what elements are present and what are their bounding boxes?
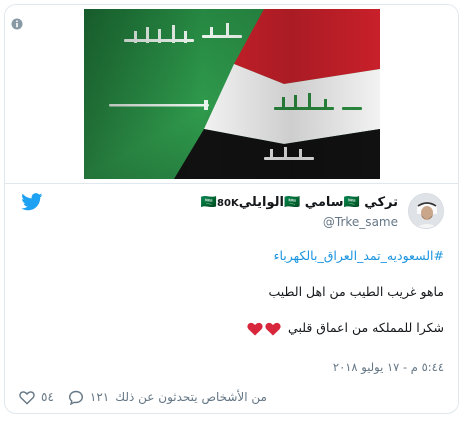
tweet-media[interactable] [5, 5, 458, 179]
tweet-line-2-wrap: شكرا للمملكه من اعماق قلبي [24, 319, 444, 337]
display-name[interactable]: تركي 🇸🇦سامي 🇸🇦الوايلي🇸🇦80K [201, 195, 398, 210]
replies-text[interactable]: من الأشخاص يتحدثون عن ذلك [115, 390, 267, 404]
hearts-emoji [247, 322, 281, 336]
twitter-bird-icon[interactable] [21, 193, 43, 211]
divider [5, 183, 458, 184]
like-heart-icon[interactable] [19, 390, 35, 405]
tweet-text: #السعوديه_تمد_العراق_بالكهرباء ماهو غريب… [24, 247, 444, 337]
replies-count[interactable]: ١٢١ [90, 390, 109, 404]
follower-suffix: 80K [217, 198, 239, 209]
avatar[interactable] [408, 193, 444, 229]
user-handle[interactable]: @Trke_same [323, 215, 398, 229]
tweet-timestamp[interactable]: ٥:٤٤ م - ١٧ يوليو ٢٠١٨ [333, 360, 444, 374]
tweet-actions: ٥٤ ١٢١ من الأشخاص يتحدثون عن ذلك [19, 387, 267, 407]
tweet-line-2: شكرا للمملكه من اعماق قلبي [288, 320, 444, 335]
likes-count[interactable]: ٥٤ [41, 390, 54, 404]
heart-emoji-icon [265, 322, 281, 335]
tweet-card: تركي 🇸🇦سامي 🇸🇦الوايلي🇸🇦80K @Trke_same #ا… [4, 4, 459, 414]
reply-bubble-icon[interactable] [68, 390, 84, 405]
hashtag-link[interactable]: #السعوديه_تمد_العراق_بالكهرباء [24, 247, 444, 265]
info-icon[interactable] [11, 18, 23, 30]
tweet-line-1: ماهو غريب الطيب من اهل الطيب [268, 284, 444, 299]
flags-image[interactable] [84, 9, 380, 179]
avatar-image [409, 194, 443, 228]
heart-emoji-icon [247, 322, 263, 335]
